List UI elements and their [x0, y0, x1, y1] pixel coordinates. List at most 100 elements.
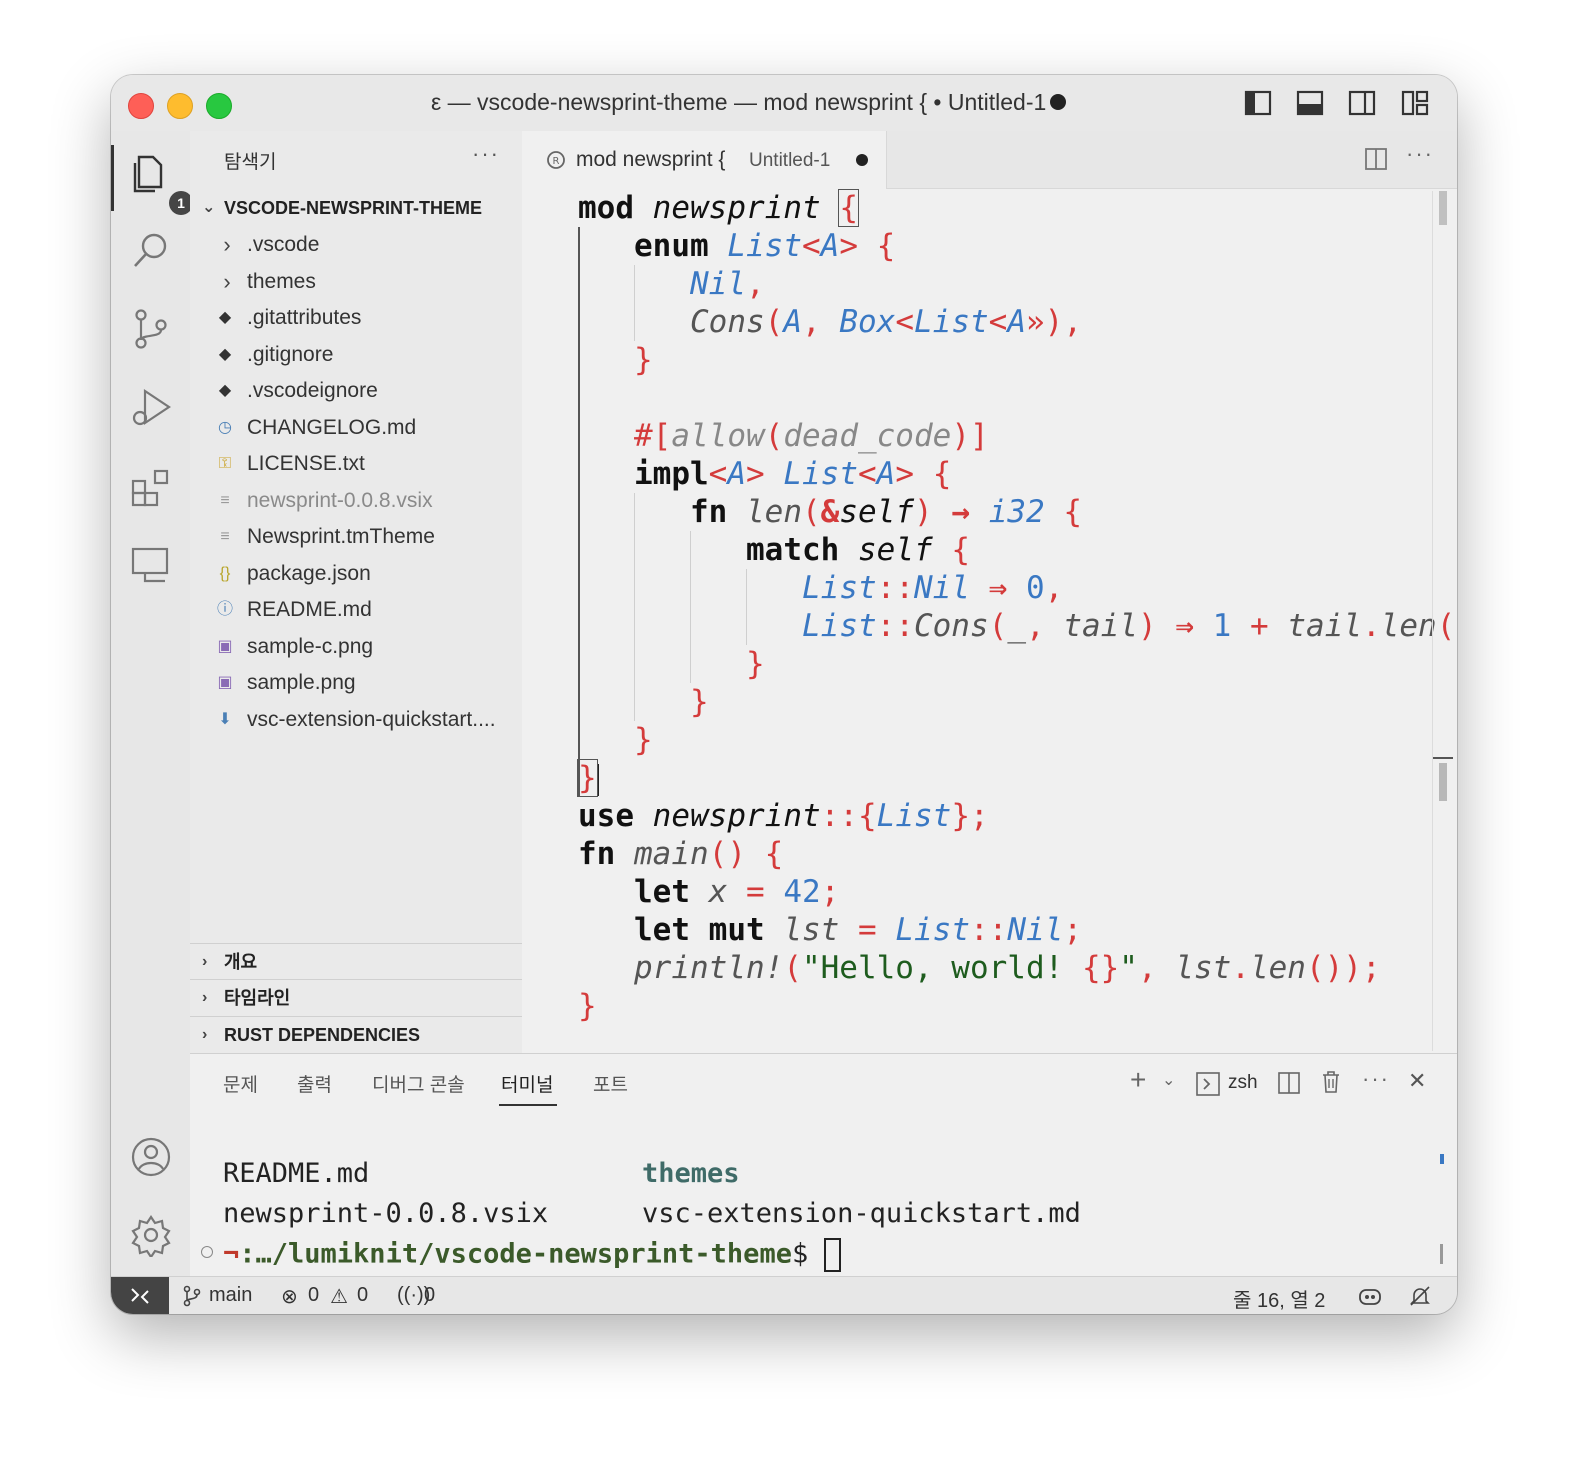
more-actions-icon[interactable]: ··· — [472, 141, 500, 167]
code-line-10: match self { — [746, 532, 970, 568]
remote-indicator[interactable] — [111, 1277, 169, 1314]
code-editor[interactable]: mod newsprint { enum List<A> { Nil, Cons… — [577, 189, 1457, 1051]
download-icon: ⬇ — [218, 710, 232, 728]
title-bar: ε — vscode-newsprint-theme — mod newspri… — [111, 75, 1457, 132]
tree-item-label: CHANGELOG.md — [247, 415, 417, 439]
tree-item[interactable]: ◆ .gitignore — [190, 337, 522, 373]
toggle-secondary-sidebar-icon[interactable] — [1348, 89, 1376, 117]
project-section-header[interactable]: ⌄ VSCODE-NEWSPRINT-THEME — [190, 190, 522, 226]
panel-tab-ports[interactable]: 포트 — [593, 1070, 628, 1097]
panel-tab-problems[interactable]: 문제 — [223, 1070, 258, 1097]
tree-item[interactable]: › .vscode — [190, 227, 522, 263]
rust-file-icon: R — [547, 151, 565, 169]
tree-item-label: newsprint-0.0.8.vsix — [247, 488, 433, 512]
indent-guide — [746, 569, 747, 645]
code-line-7: #[allow(dead_code)] — [634, 418, 989, 454]
terminal-output-row-1: README.md — [223, 1158, 370, 1189]
indent-guide — [690, 531, 691, 683]
editor-tab[interactable]: R mod newsprint { Untitled-1 — [522, 131, 887, 189]
tree-item[interactable]: ⚿ LICENSE.txt — [190, 446, 522, 482]
terminal-scrollbar[interactable] — [1440, 1244, 1443, 1264]
tree-item[interactable]: {} package.json — [190, 556, 522, 592]
panel-tab-terminal[interactable]: 터미널 — [501, 1070, 553, 1097]
tree-item[interactable]: ▣ sample.png — [190, 665, 522, 701]
terminal-icon — [1196, 1072, 1220, 1096]
tree-item[interactable]: ◆ .gitattributes — [190, 300, 522, 336]
tree-item[interactable]: ◆ .vscodeignore — [190, 373, 522, 409]
tree-item[interactable]: ≡ Newsprint.tmTheme — [190, 519, 522, 555]
tree-item[interactable]: ≡ newsprint-0.0.8.vsix — [190, 483, 522, 519]
file-lines-icon: ≡ — [220, 491, 230, 509]
toggle-primary-sidebar-icon[interactable] — [1244, 89, 1272, 117]
code-line-17: use newsprint::{List}; — [578, 798, 989, 834]
section-timeline[interactable]: › 타임라인 — [190, 979, 522, 1016]
active-tab-underline — [499, 1104, 557, 1106]
tree-item-label: .vscode — [247, 233, 320, 256]
source-control-icon[interactable] — [129, 307, 173, 351]
tree-item[interactable]: ⓘ README.md — [190, 592, 522, 628]
terminal-dropdown-icon[interactable]: ⌄ — [1162, 1070, 1175, 1090]
explorer-icon[interactable]: 1 — [129, 149, 193, 215]
panel-tab-debug-console[interactable]: 디버그 콘솔 — [372, 1070, 465, 1097]
chevron-right-icon: › — [202, 1026, 208, 1043]
section-outline[interactable]: › 개요 — [190, 943, 522, 980]
close-panel-icon[interactable]: ✕ — [1408, 1068, 1426, 1094]
error-count[interactable]: 0 — [308, 1284, 319, 1307]
braces-icon: {} — [219, 564, 231, 582]
section-rust-dependencies[interactable]: › RUST DEPENDENCIES — [190, 1016, 522, 1053]
toggle-panel-icon[interactable] — [1296, 89, 1324, 117]
accounts-icon[interactable] — [129, 1135, 173, 1179]
copilot-icon[interactable] — [1358, 1284, 1382, 1308]
chevron-right-icon: › — [223, 268, 231, 294]
panel-more-icon[interactable]: ··· — [1362, 1066, 1390, 1092]
editor-area: R mod newsprint { Untitled-1 ··· mod new… — [522, 131, 1457, 1053]
tree-item[interactable]: › themes — [190, 264, 522, 300]
remote-explorer-icon[interactable] — [129, 543, 173, 587]
code-line-19: let x = 42; — [634, 874, 840, 910]
cursor-position[interactable]: 줄 16, 열 2 — [1233, 1284, 1325, 1313]
settings-gear-icon[interactable] — [129, 1213, 173, 1257]
ports-count[interactable]: 0 — [424, 1284, 435, 1307]
editor-more-icon[interactable]: ··· — [1406, 141, 1434, 167]
code-line-5: } — [634, 342, 653, 378]
search-icon[interactable] — [129, 229, 173, 273]
code-line-4: Cons(A, Box<List<A»), — [690, 304, 1083, 340]
tree-item-label: vsc-extension-quickstart.... — [247, 707, 496, 731]
new-terminal-icon[interactable]: + — [1130, 1064, 1146, 1096]
tree-item[interactable]: ⬇ vsc-extension-quickstart.... — [190, 702, 522, 738]
extensions-icon[interactable] — [129, 465, 173, 509]
tree-item-label: LICENSE.txt — [247, 452, 365, 475]
split-terminal-icon[interactable] — [1278, 1072, 1300, 1094]
minimize-window-button[interactable] — [167, 93, 193, 119]
tree-item-label: .gitattributes — [247, 306, 362, 329]
unsaved-dot-icon[interactable] — [856, 154, 868, 166]
overview-ruler-cursor — [1433, 757, 1453, 759]
shell-name[interactable]: zsh — [1228, 1072, 1258, 1094]
tree-item[interactable]: ◷ CHANGELOG.md — [190, 410, 522, 446]
active-indicator — [111, 145, 114, 211]
license-icon: ⚿ — [218, 455, 232, 472]
split-editor-icon[interactable] — [1364, 147, 1388, 171]
kill-terminal-icon[interactable] — [1320, 1070, 1342, 1094]
tab-title: mod newsprint { — [576, 148, 726, 171]
customize-layout-icon[interactable] — [1401, 89, 1429, 117]
run-debug-icon[interactable] — [129, 385, 173, 429]
branch-name[interactable]: main — [209, 1284, 252, 1307]
scrollbar-track — [1432, 191, 1433, 1051]
image-icon: ▣ — [217, 637, 233, 655]
code-line-11: List::Nil ⇒ 0, — [802, 570, 1064, 606]
indent-guide — [634, 493, 635, 721]
code-line-22: } — [578, 988, 597, 1024]
zoom-window-button[interactable] — [206, 93, 232, 119]
chevron-right-icon: › — [202, 953, 208, 970]
warning-count[interactable]: 0 — [357, 1284, 368, 1307]
notifications-muted-icon[interactable] — [1408, 1284, 1432, 1308]
editor-scrollbar[interactable] — [1439, 191, 1447, 225]
tree-item-label: .vscodeignore — [247, 379, 378, 402]
editor-tab-bar: R mod newsprint { Untitled-1 ··· — [522, 131, 1457, 189]
panel-tab-output[interactable]: 출력 — [297, 1070, 332, 1097]
close-window-button[interactable] — [128, 93, 154, 119]
code-line-16: } — [577, 759, 599, 797]
terminal-prompt[interactable]: ¬:…/lumiknit/vscode-newsprint-theme$ — [223, 1238, 842, 1272]
tree-item[interactable]: ▣ sample-c.png — [190, 629, 522, 665]
